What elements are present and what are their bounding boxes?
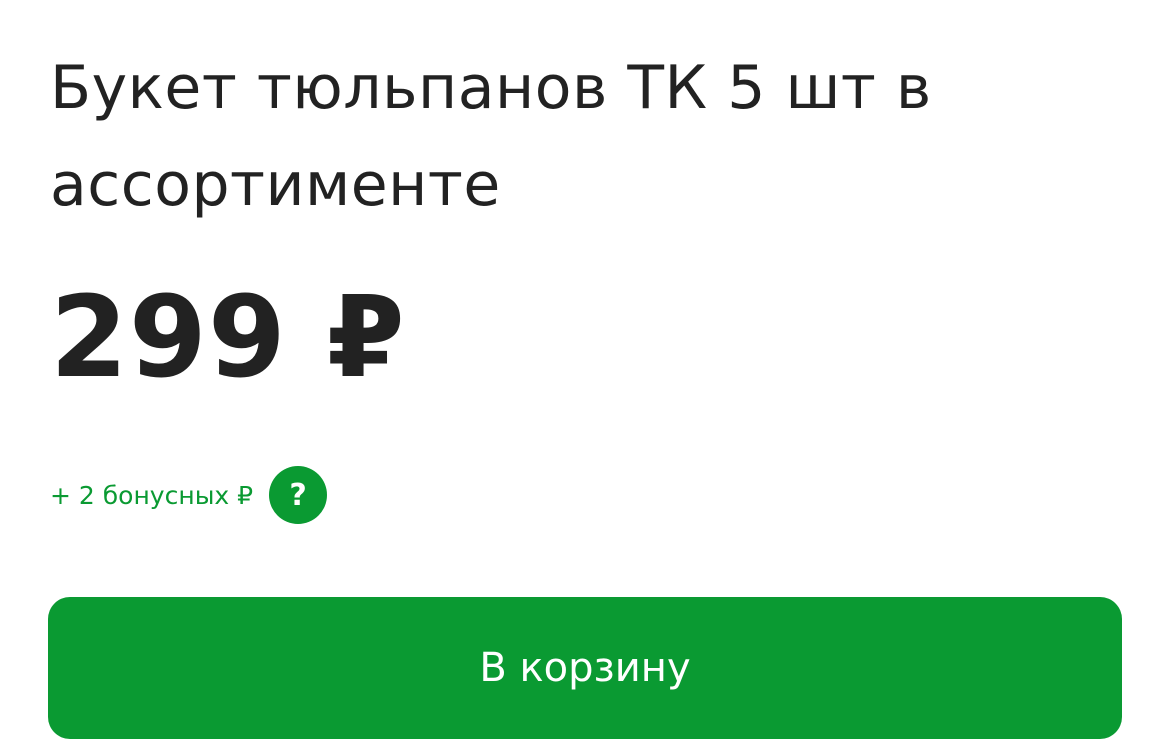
question-mark-icon[interactable]: ?	[269, 466, 328, 524]
product-price: 299 ₽	[50, 273, 406, 403]
product-card: Букет тюльпанов ТК 5 шт в ассортименте 2…	[0, 0, 1170, 754]
bonus-points-label: + 2 бонусных ₽	[50, 480, 254, 510]
add-to-cart-button[interactable]: В корзину	[48, 597, 1122, 739]
bonus-row: + 2 бонусных ₽ ?	[50, 466, 328, 524]
product-title: Букет тюльпанов ТК 5 шт в ассортименте	[50, 53, 932, 220]
